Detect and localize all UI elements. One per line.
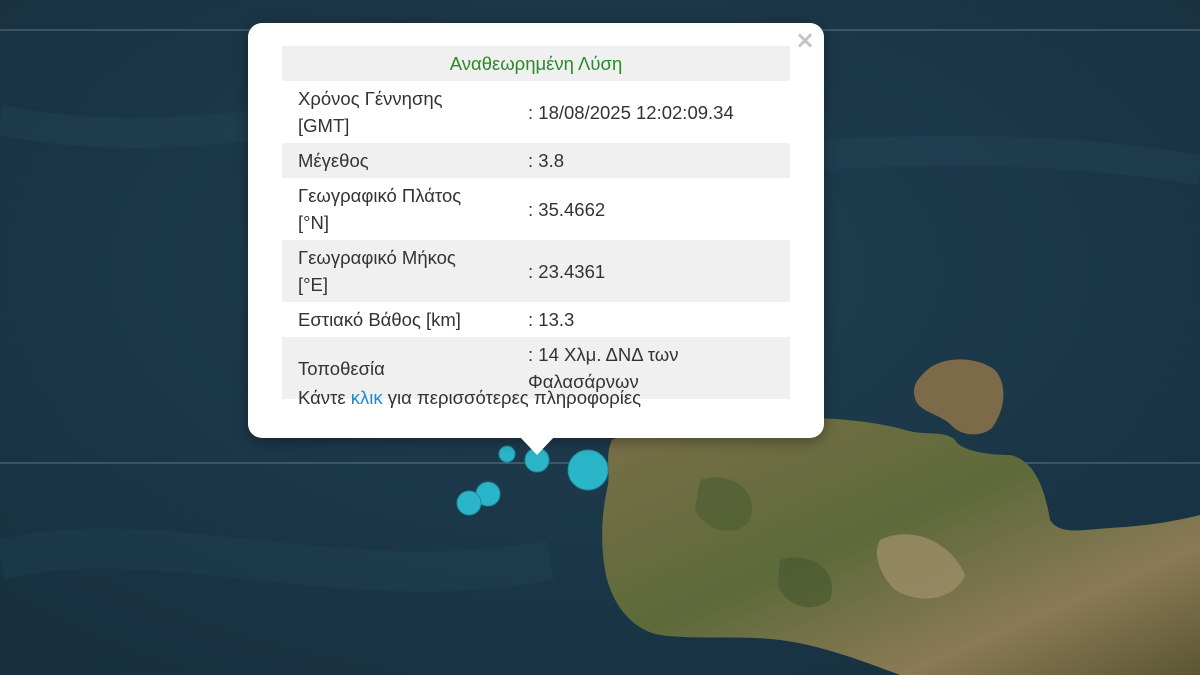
detail-value: : 35.4662 <box>528 198 606 220</box>
detail-row-longitude: Γεωγραφικό Μήκος [°E] : 23.4361 <box>282 240 790 302</box>
detail-label: Γεωγραφικό Πλάτος [°N] <box>298 185 462 233</box>
detail-value: : 23.4361 <box>504 240 790 302</box>
earthquake-marker[interactable] <box>567 449 609 491</box>
detail-row-depth: Εστιακό Βάθος [km] : 13.3 <box>282 302 790 337</box>
close-icon[interactable]: × <box>794 28 816 52</box>
detail-value: : 3.8 <box>504 143 790 178</box>
detail-label: Χρόνος Γέννησης [GMT] <box>298 88 443 136</box>
popup-tip <box>520 437 554 455</box>
popup-title: Αναθεωρημένη Λύση <box>282 46 790 81</box>
popup-header-row: Αναθεωρημένη Λύση <box>282 46 790 81</box>
earthquake-marker[interactable] <box>456 490 482 516</box>
detail-label: Εστιακό Βάθος [km] <box>298 309 461 330</box>
detail-row-magnitude: Μέγεθος : 3.8 <box>282 143 790 178</box>
more-info-prefix: Κάντε <box>298 387 351 408</box>
more-info-link[interactable]: κλικ <box>351 387 383 408</box>
detail-row-latitude: Γεωγραφικό Πλάτος [°N] : 35.4662 <box>282 178 790 240</box>
detail-label: Γεωγραφικό Μήκος [°E] <box>282 240 504 302</box>
earthquake-details-table: Αναθεωρημένη Λύση Χρόνος Γέννησης [GMT] … <box>282 46 790 399</box>
more-info-suffix: για περισσότερες πληροφορίες <box>382 387 642 408</box>
detail-value: : 13.3 <box>528 309 575 330</box>
seafloor-ridge <box>0 528 554 592</box>
earthquake-info-popup: × Αναθεωρημένη Λύση Χρόνος Γέννησης [GMT… <box>248 23 824 455</box>
detail-label: Μέγεθος <box>282 143 504 178</box>
detail-value: : 18/08/2025 12:02:09.34 <box>528 101 734 123</box>
more-info-line: Κάντε κλικ για περισσότερες πληροφορίες <box>298 387 641 409</box>
earthquake-marker[interactable] <box>498 445 516 463</box>
detail-row-origin-time: Χρόνος Γέννησης [GMT] : 18/08/2025 12:02… <box>282 81 790 143</box>
